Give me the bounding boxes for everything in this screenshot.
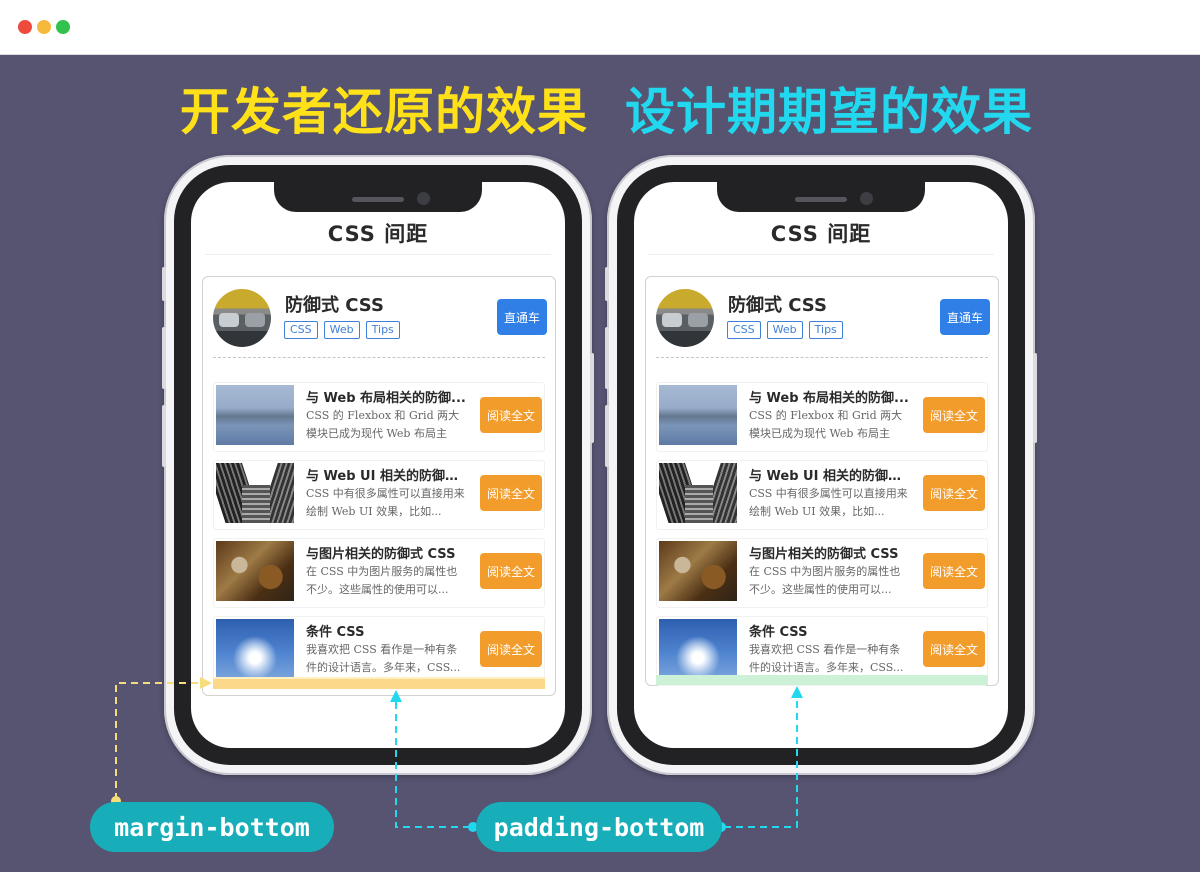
margin-connector — [115, 682, 202, 800]
margin-arrowhead — [200, 677, 212, 689]
padding-arrowhead-left — [390, 690, 402, 702]
padding-arrowhead-right — [791, 686, 803, 698]
annotation-connectors — [111, 677, 803, 832]
margin-bottom-label: margin-bottom — [90, 802, 334, 852]
padding-bottom-label: padding-bottom — [476, 802, 722, 852]
